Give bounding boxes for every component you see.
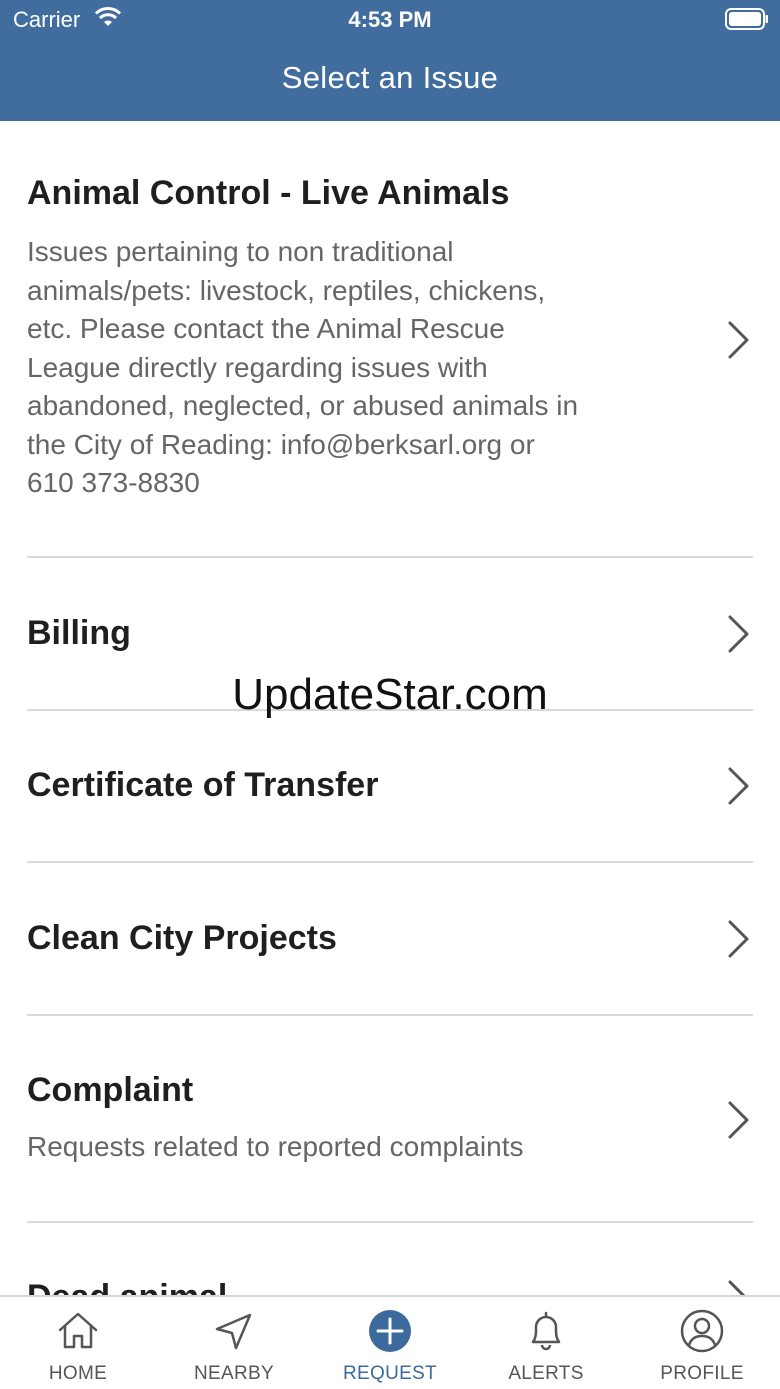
issue-item-clean-city-projects[interactable]: Clean City Projects: [27, 863, 753, 1016]
battery-icon: [725, 8, 769, 36]
tab-label: ALERTS: [508, 1363, 584, 1384]
tab-nearby[interactable]: NEARBY: [156, 1297, 312, 1389]
chevron-right-icon: [728, 615, 749, 653]
tab-profile[interactable]: PROFILE: [624, 1297, 780, 1389]
tab-request[interactable]: REQUEST: [312, 1297, 468, 1389]
home-icon: [58, 1312, 98, 1349]
issue-title: Certificate of Transfer: [27, 766, 379, 804]
issue-description: Issues pertaining to non traditional ani…: [27, 236, 579, 498]
tab-label: NEARBY: [194, 1363, 274, 1384]
tab-label: HOME: [48, 1363, 108, 1384]
user-circle-icon: [680, 1309, 724, 1353]
issue-title: Billing: [27, 614, 131, 652]
issue-description: Requests related to reported complaints: [27, 1131, 524, 1162]
page-title: Select an Issue: [281, 60, 499, 95]
issue-title: Complaint: [27, 1071, 194, 1109]
plus-circle-icon: [369, 1310, 411, 1352]
chevron-right-icon: [728, 1101, 749, 1139]
issue-title: Animal Control - Live Animals: [27, 174, 510, 212]
issue-item-certificate-of-transfer[interactable]: Certificate of Transfer: [27, 711, 753, 863]
tab-label: PROFILE: [660, 1363, 744, 1384]
tab-bar: HOME NEARBY REQUEST ALERTS PROFILE: [0, 1295, 780, 1389]
issue-list: Animal Control - Live Animals Issues per…: [0, 121, 780, 1295]
issue-item-complaint[interactable]: Complaint Requests related to reported c…: [27, 1016, 753, 1223]
chevron-right-icon: [728, 767, 749, 805]
navigation-arrow-icon: [215, 1313, 252, 1350]
bell-icon: [531, 1311, 561, 1351]
chevron-right-icon: [728, 920, 749, 958]
issue-item-animal-control[interactable]: Animal Control - Live Animals Issues per…: [27, 121, 753, 558]
chevron-right-icon: [728, 1280, 746, 1295]
chevron-right-icon: [728, 321, 749, 359]
tab-alerts[interactable]: ALERTS: [468, 1297, 624, 1389]
status-time: 4:53 PM: [348, 7, 432, 32]
tab-home[interactable]: HOME: [0, 1297, 156, 1389]
app-header: Carrier 4:53 PM Select an Issue: [0, 0, 780, 121]
tab-label: REQUEST: [343, 1363, 437, 1384]
status-bar: Carrier 4:53 PM: [0, 0, 780, 40]
issue-title: Clean City Projects: [27, 919, 337, 957]
issue-item-billing[interactable]: Billing: [27, 558, 753, 711]
issue-title: Dead animal: [27, 1278, 227, 1295]
issue-item-dead-animal[interactable]: Dead animal: [27, 1223, 753, 1295]
